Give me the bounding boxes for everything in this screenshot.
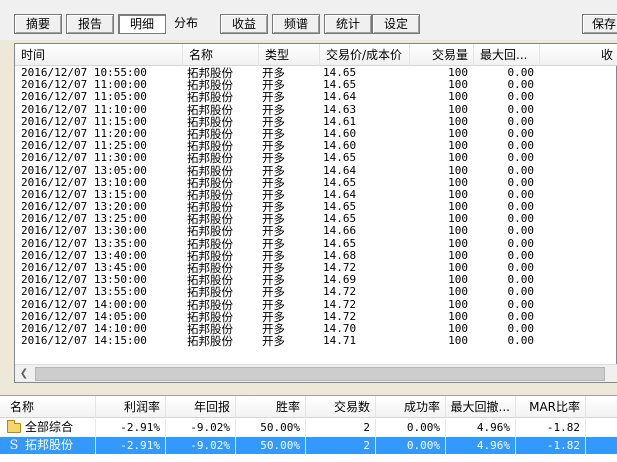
- cell-volume: 100: [448, 334, 468, 348]
- sum-cell-trade-count: 2: [306, 419, 376, 436]
- col-header-price[interactable]: 交易价/成本价: [320, 44, 410, 66]
- sum-col-success-rate[interactable]: 成功率: [376, 396, 446, 418]
- col-header-time[interactable]: 时间: [15, 44, 183, 66]
- tab-spectrum[interactable]: 频谱: [272, 14, 320, 34]
- sum-cell-mar-ratio: -1.82: [516, 437, 586, 454]
- table-row[interactable]: 2016/12/07 14:15:00 拓邦股份 开多 14.71 100 0.00: [15, 334, 617, 349]
- tab-returns[interactable]: 收益: [220, 14, 268, 34]
- sum-col-name[interactable]: 名称: [0, 396, 96, 418]
- sum-cell-trade-count: 2: [306, 437, 376, 454]
- sum-col-annual-return[interactable]: 年回报: [166, 396, 236, 418]
- tab-settings[interactable]: 设定: [372, 14, 420, 34]
- col-header-type[interactable]: 类型: [259, 44, 320, 66]
- detail-table: 时间 名称 类型 交易价/成本价 交易量 最大回... 收 2016/12/07…: [14, 43, 617, 383]
- scroll-left-arrow-icon[interactable]: ❮: [15, 365, 33, 383]
- col-header-income[interactable]: 收: [540, 44, 617, 66]
- save-button[interactable]: 保存: [582, 14, 617, 34]
- cell-max-drawdown: 0.00: [507, 334, 535, 348]
- table-row[interactable]: 2016/12/07 11:05:00 拓邦股份 开多 14.64 100 0.00: [15, 91, 617, 104]
- table-row[interactable]: 2016/12/07 11:30:00 拓邦股份 开多 14.65 100 0.00: [15, 152, 617, 165]
- detail-table-header: 时间 名称 类型 交易价/成本价 交易量 最大回... 收: [15, 44, 617, 66]
- col-header-volume[interactable]: 交易量: [410, 44, 474, 66]
- sum-col-profit-rate[interactable]: 利润率: [96, 396, 166, 418]
- col-header-max-drawdown[interactable]: 最大回...: [474, 44, 540, 66]
- table-row[interactable]: 2016/12/07 13:35:00 拓邦股份 开多 14.65 100 0.00: [15, 237, 617, 250]
- summary-table-header: 名称 利润率 年回报 胜率 交易数 成功率 最大回撤... MAR比率: [0, 396, 617, 418]
- scroll-thumb[interactable]: [35, 367, 605, 381]
- table-row[interactable]: 2016/12/07 13:05:00 拓邦股份 开多 14.64 100 0.00: [15, 164, 617, 177]
- sum-cell-success-rate: 0.00%: [376, 419, 446, 436]
- tab-toolbar: 摘要 报告 明细 分布 收益 频谱 统计 设定 保存: [0, 0, 617, 40]
- horizontal-scrollbar[interactable]: ❮: [15, 364, 617, 382]
- sum-cell-success-rate: 0.00%: [376, 437, 446, 454]
- cell-time: 2016/12/07 14:15:00: [21, 334, 147, 348]
- sum-col-trade-count[interactable]: 交易数: [306, 396, 376, 418]
- sum-col-win-rate[interactable]: 胜率: [236, 396, 306, 418]
- tab-report[interactable]: 报告: [66, 14, 114, 34]
- table-row[interactable]: 2016/12/07 13:30:00 拓邦股份 开多 14.66 100 0.00: [15, 225, 617, 238]
- table-row[interactable]: 2016/12/07 13:55:00 拓邦股份 开多 14.72 100 0.00: [15, 286, 617, 299]
- tab-summary[interactable]: 摘要: [14, 14, 62, 34]
- sum-cell-win-rate: 50.00%: [236, 419, 306, 436]
- sum-cell-max-drawdown: 4.96%: [446, 437, 516, 454]
- tab-distribution[interactable]: 分布: [174, 14, 218, 34]
- s-icon: S: [9, 438, 19, 453]
- tab-detail[interactable]: 明细: [118, 14, 166, 34]
- sum-cell-annual-return: -9.02%: [166, 419, 236, 436]
- sum-cell-profit-rate: -2.91%: [96, 437, 166, 454]
- cell-price: 14.71: [323, 334, 357, 348]
- col-header-name[interactable]: 名称: [183, 44, 259, 66]
- sum-cell-annual-return: -9.02%: [166, 437, 236, 454]
- sum-cell-win-rate: 50.00%: [236, 437, 306, 454]
- folder-icon: [7, 420, 21, 433]
- table-row[interactable]: 2016/12/07 11:10:00 拓邦股份 开多 14.63 100 0.00: [15, 103, 617, 116]
- detail-table-body: 2016/12/07 10:55:00 拓邦股份 开多 14.65 100 0.00 201…: [15, 67, 617, 364]
- tab-statistics[interactable]: 统计: [324, 14, 372, 34]
- sum-col-max-drawdown[interactable]: 最大回撤...: [446, 396, 516, 418]
- summary-row[interactable]: 全部综合 -2.91% -9.02% 50.00% 2 0.00% 4.96% -1.82: [0, 419, 617, 436]
- cell-name: 拓邦股份: [187, 334, 233, 349]
- sum-col-mar-ratio[interactable]: MAR比率: [516, 396, 586, 418]
- sum-cell-mar-ratio: -1.82: [516, 419, 586, 436]
- summary-row[interactable]: 拓邦股份 -2.91% -9.02% 50.00% 2 0.00% 4.96% -1.82 S: [0, 437, 617, 454]
- summary-table: 名称 利润率 年回报 胜率 交易数 成功率 最大回撤... MAR比率 全部综合…: [0, 395, 617, 462]
- sum-cell-max-drawdown: 4.96%: [446, 419, 516, 436]
- sum-cell-profit-rate: -2.91%: [96, 419, 166, 436]
- table-row[interactable]: 2016/12/07 14:00:00 拓邦股份 开多 14.72 100 0.00: [15, 298, 617, 311]
- cell-type: 开多: [262, 334, 285, 349]
